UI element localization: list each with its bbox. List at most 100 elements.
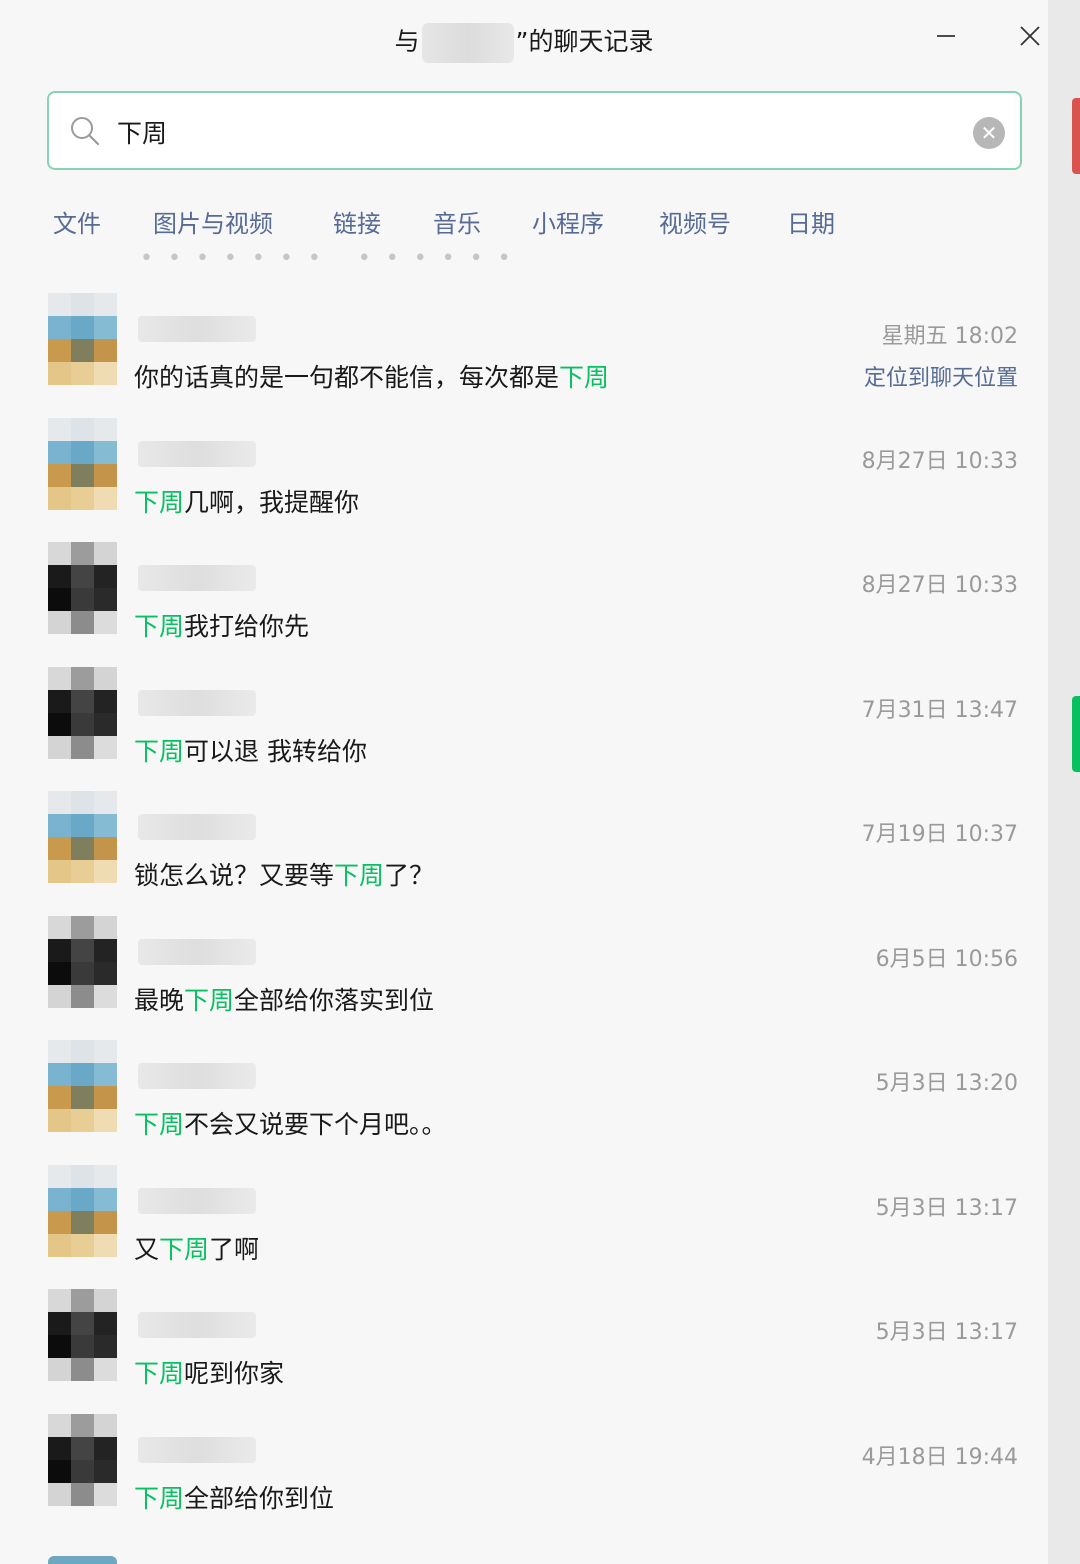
message-suffix: 全部给你到位 bbox=[184, 1483, 335, 1513]
message-timestamp: 7月31日 13:47 bbox=[861, 697, 1018, 723]
avatar bbox=[48, 666, 117, 759]
blurred-sender-name bbox=[138, 1436, 256, 1463]
keyword-highlight: 下周 bbox=[134, 1110, 185, 1139]
title-prefix: 与 bbox=[394, 27, 420, 56]
blurred-sender-name bbox=[138, 1063, 256, 1089]
message-timestamp: 5月3日 13:17 bbox=[875, 1195, 1018, 1221]
result-row[interactable]: 下周呢到你家 5月3日 13:17 bbox=[0, 1276, 1048, 1401]
keyword-highlight: 下周 bbox=[134, 736, 185, 766]
result-row[interactable]: 最晚下周全部给你落实到位 6月5日 10:56 bbox=[0, 903, 1048, 1028]
blurred-sender-name bbox=[138, 440, 256, 467]
result-row[interactable]: 又下周了啊 5月3日 13:17 bbox=[0, 1152, 1048, 1277]
blurred-sender-name bbox=[138, 689, 256, 716]
blurred-contact-name bbox=[421, 23, 514, 63]
message-suffix: 可以退 我转给你 bbox=[184, 736, 367, 766]
filter-music[interactable]: 音乐 bbox=[433, 204, 481, 239]
result-row[interactable]: 下周不会又说要下个月吧。。 5月3日 13:20 bbox=[0, 1027, 1048, 1152]
keyword-highlight: 下周 bbox=[134, 612, 185, 641]
message-text: 下周我打给你先 bbox=[134, 607, 309, 643]
message-timestamp: 8月27日 10:33 bbox=[861, 573, 1018, 598]
blurred-sender-name bbox=[138, 938, 256, 965]
clear-icon: ✕ bbox=[980, 121, 998, 145]
blurred-sender-name bbox=[138, 814, 256, 840]
message-timestamp: 6月5日 10:56 bbox=[875, 946, 1018, 972]
result-row[interactable]: 下周我打给你先 8月27日 10:33 bbox=[0, 529, 1048, 654]
search-box: ✕ bbox=[47, 91, 1022, 170]
avatar bbox=[48, 791, 117, 883]
filter-mini-programs[interactable]: 小程序 bbox=[532, 204, 604, 239]
keyword-highlight: 下周 bbox=[134, 1359, 185, 1388]
search-input[interactable] bbox=[115, 109, 959, 155]
message-prefix: 最晚 bbox=[134, 985, 185, 1015]
message-suffix: 呢到你家 bbox=[184, 1359, 285, 1388]
keyword-highlight: 下周 bbox=[134, 1483, 185, 1513]
avatar bbox=[48, 542, 117, 634]
message-timestamp: 4月18日 19:44 bbox=[861, 1444, 1018, 1470]
message-text: 下周不会又说要下个月吧。。 bbox=[134, 1105, 447, 1141]
background-red-mark bbox=[1072, 98, 1080, 174]
message-suffix: 几啊，我提醒你 bbox=[184, 487, 360, 517]
locate-in-chat-link[interactable]: 定位到聊天位置 bbox=[864, 360, 1018, 392]
result-row[interactable]: 下周可以退 我转给你 7月31日 13:47 bbox=[0, 654, 1048, 779]
blurred-sender-name bbox=[138, 1312, 256, 1338]
message-suffix: 我打给你先 bbox=[184, 612, 310, 641]
minimize-button[interactable] bbox=[924, 14, 968, 58]
background-window-strip bbox=[1048, 0, 1080, 1564]
keyword-highlight: 下周 bbox=[559, 363, 610, 392]
avatar bbox=[48, 915, 117, 1008]
close-icon bbox=[1020, 26, 1040, 46]
filter-links[interactable]: 链接 bbox=[333, 204, 381, 239]
filter-date[interactable]: 日期 bbox=[787, 204, 835, 239]
avatar bbox=[48, 1289, 117, 1381]
clipped-previous-message: • • • • • • • , • • • • • • • • • • bbox=[140, 248, 540, 260]
filter-channels[interactable]: 视频号 bbox=[659, 204, 731, 239]
avatar bbox=[48, 1413, 117, 1506]
minimize-icon bbox=[937, 35, 955, 37]
message-suffix: 不会又说要下个月吧。。 bbox=[184, 1110, 447, 1139]
avatar bbox=[48, 1040, 117, 1132]
message-timestamp: 5月3日 13:20 bbox=[875, 1071, 1018, 1096]
clear-search-button[interactable]: ✕ bbox=[973, 117, 1005, 149]
close-button[interactable] bbox=[1008, 14, 1048, 58]
filter-photos-videos[interactable]: 图片与视频 bbox=[153, 204, 273, 239]
message-text: 下周全部给你到位 bbox=[134, 1479, 334, 1515]
title-suffix: ”的聊天记录 bbox=[515, 27, 654, 56]
message-timestamp: 7月19日 10:37 bbox=[861, 822, 1018, 847]
filter-files[interactable]: 文件 bbox=[53, 204, 101, 239]
blurred-sender-name bbox=[138, 1187, 256, 1214]
message-prefix: 你的话真的是一句都不能信，每次都是 bbox=[134, 363, 560, 392]
message-suffix: 了？ bbox=[384, 861, 435, 890]
message-timestamp: 5月3日 13:17 bbox=[875, 1320, 1018, 1345]
background-green-mark bbox=[1072, 696, 1080, 772]
filter-bar: 文件 图片与视频 链接 音乐 小程序 视频号 日期 bbox=[0, 200, 1048, 246]
avatar bbox=[48, 293, 117, 385]
message-text: 锁怎么说？又要等下周了？ bbox=[134, 856, 434, 892]
keyword-highlight: 下周 bbox=[134, 487, 185, 517]
blurred-sender-name bbox=[138, 565, 256, 591]
message-text: 下周可以退 我转给你 bbox=[134, 732, 367, 768]
message-text: 你的话真的是一句都不能信，每次都是下周 bbox=[134, 358, 609, 394]
avatar bbox=[48, 417, 117, 510]
keyword-highlight: 下周 bbox=[184, 985, 235, 1015]
result-row[interactable]: 下周几啊，我提醒你 8月27日 10:33 bbox=[0, 405, 1048, 530]
message-text: 下周呢到你家 bbox=[134, 1354, 284, 1390]
chat-history-window: 与 ”的聊天记录 ✕ 文件 图片与视频 链接 音乐 小程序 视频号 日期 • • … bbox=[0, 0, 1048, 1564]
message-timestamp: 星期五 18:02 bbox=[881, 324, 1018, 349]
keyword-highlight: 下周 bbox=[334, 861, 385, 890]
search-results-list: 你的话真的是一句都不能信，每次都是下周 星期五 18:02 定位到聊天位置 下周几啊，… bbox=[0, 280, 1048, 1525]
result-row[interactable]: 下周全部给你到位 4月18日 19:44 bbox=[0, 1401, 1048, 1526]
message-suffix: 全部给你落实到位 bbox=[234, 985, 435, 1015]
result-row[interactable]: 你的话真的是一句都不能信，每次都是下周 星期五 18:02 定位到聊天位置 bbox=[0, 280, 1048, 405]
result-row[interactable]: 锁怎么说？又要等下周了？ 7月19日 10:37 bbox=[0, 778, 1048, 903]
message-text: 又下周了啊 bbox=[134, 1230, 259, 1266]
message-prefix: 锁怎么说？又要等 bbox=[134, 861, 335, 890]
message-suffix: 了啊 bbox=[209, 1234, 260, 1264]
search-icon bbox=[71, 117, 100, 146]
message-prefix: 又 bbox=[134, 1234, 160, 1264]
message-text: 最晚下周全部给你落实到位 bbox=[134, 981, 434, 1017]
title-bar: 与 ”的聊天记录 bbox=[0, 0, 1048, 80]
window-title: 与 ”的聊天记录 bbox=[0, 22, 1048, 63]
keyword-highlight: 下周 bbox=[159, 1234, 210, 1264]
avatar bbox=[48, 1164, 117, 1257]
blurred-sender-name bbox=[138, 316, 256, 342]
